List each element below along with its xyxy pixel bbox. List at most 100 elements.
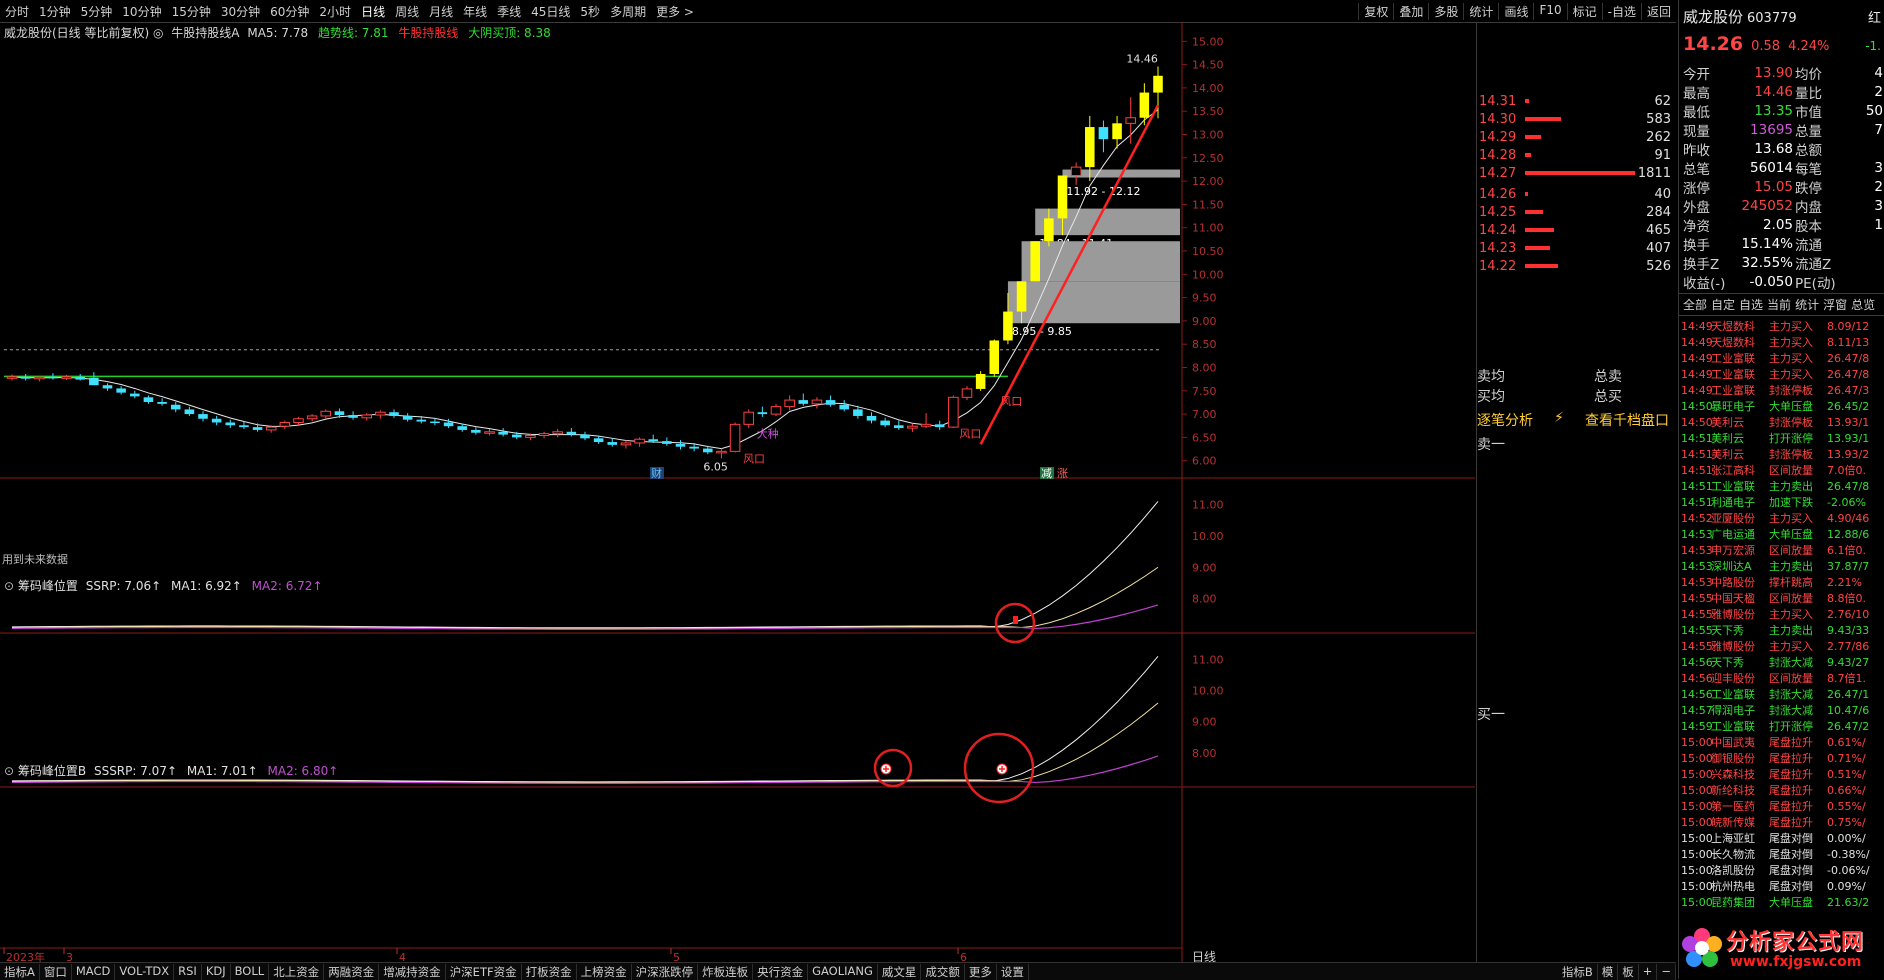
period-tab[interactable]: 多周期	[605, 3, 651, 20]
tick-row[interactable]: 14:52 亚厦股份 主力买入 4.90/46	[1681, 510, 1884, 526]
period-tab[interactable]: 10分钟	[117, 3, 166, 20]
indicator-right-button[interactable]: −	[1657, 963, 1676, 980]
period-tab[interactable]: 更多 >	[651, 3, 699, 20]
tick-tab[interactable]: 总览	[1851, 296, 1875, 313]
toolbar-button[interactable]: -自选	[1601, 2, 1641, 20]
indicator-tab[interactable]: 央行资金	[753, 963, 809, 980]
toolbar-button[interactable]: 统计	[1463, 2, 1498, 20]
period-tab[interactable]: 15分钟	[167, 3, 216, 20]
tick-row[interactable]: 14:49 天煜数科 主力买入 8.09/12	[1681, 318, 1884, 334]
ask-row[interactable]: 14.28 91	[1477, 146, 1677, 164]
tick-tab[interactable]: 自定	[1711, 296, 1735, 313]
sub2-name[interactable]: 筹码峰位置B	[18, 764, 86, 778]
tick-row[interactable]: 14:55 雅博股份 主力买入 2.76/10	[1681, 606, 1884, 622]
indicator-tab[interactable]: 沪深涨跌停	[632, 963, 699, 980]
tick-row[interactable]: 14:53 中路股份 撑杆跳高 2.21%	[1681, 574, 1884, 590]
toolbar-button[interactable]: 画线	[1498, 2, 1533, 20]
indicator-tab[interactable]: 打板资金	[522, 963, 577, 980]
indicator-tab[interactable]: 成交额	[921, 963, 965, 980]
tick-row[interactable]: 15:00 洛凯股份 尾盘对倒 -0.06%/	[1681, 862, 1884, 878]
tick-row[interactable]: 14:49 工业富联 封涨停板 26.47/3	[1681, 382, 1884, 398]
toolbar-button[interactable]: F10	[1533, 2, 1566, 20]
tick-row[interactable]: 14:49 天煜数科 主力买入 8.11/13	[1681, 334, 1884, 350]
period-tab[interactable]: 年线	[458, 3, 492, 20]
thousand-level-link[interactable]: 查看千档盘口	[1585, 410, 1669, 430]
indicator-tab[interactable]: 威文星	[878, 963, 922, 980]
tick-tab[interactable]: 自选	[1739, 296, 1763, 313]
tick-row[interactable]: 15:00 杭州热电 尾盘对倒 0.09%/	[1681, 878, 1884, 894]
time-mode-label[interactable]: 日线	[1192, 950, 1216, 962]
period-tab[interactable]: 季线	[492, 3, 526, 20]
bid-row[interactable]: 14.25 284	[1477, 203, 1677, 221]
indicator-tab[interactable]: 炸板连板	[698, 963, 754, 980]
period-tab[interactable]: 30分钟	[216, 3, 265, 20]
tick-row[interactable]: 15:00 中国武夷 尾盘拉升 0.61%/	[1681, 734, 1884, 750]
tick-row[interactable]: 14:51 张江高科 区间放量 7.0倍0.	[1681, 462, 1884, 478]
tick-row[interactable]: 15:00 上海亚虹 尾盘对倒 0.00%/	[1681, 830, 1884, 846]
tick-row[interactable]: 14:50 暴旺电子 大单压盘 26.45/2	[1681, 398, 1884, 414]
period-tab[interactable]: 5秒	[575, 3, 605, 20]
indicator-tab[interactable]: 沪深ETF资金	[446, 963, 522, 980]
tick-row[interactable]: 15:00 长久物流 尾盘对倒 -0.38%/	[1681, 846, 1884, 862]
indicator-tab[interactable]: 两融资金	[324, 963, 380, 980]
period-tab[interactable]: 5分钟	[76, 3, 118, 20]
tick-row[interactable]: 14:49 工业富联 主力买入 26.47/8	[1681, 366, 1884, 382]
period-tab[interactable]: 1分钟	[34, 3, 76, 20]
indicator-right-button[interactable]: 模	[1598, 963, 1619, 980]
indicator-tab[interactable]: 上榜资金	[577, 963, 632, 980]
tick-row[interactable]: 15:00 皖新传媒 尾盘拉升 0.75%/	[1681, 814, 1884, 830]
collapse-icon[interactable]: ⊙	[4, 579, 14, 593]
toolbar-button[interactable]: 复权	[1358, 2, 1393, 20]
ask-row[interactable]: 14.27 1811	[1477, 164, 1677, 182]
tick-row[interactable]: 14:51 工业富联 主力卖出 26.47/8	[1681, 478, 1884, 494]
bid-row[interactable]: 14.26 40	[1477, 185, 1677, 203]
indicator-right-button[interactable]: 板	[1618, 963, 1639, 980]
indicator-tab[interactable]: 更多	[965, 963, 997, 980]
toolbar-button[interactable]: 多股	[1428, 2, 1463, 20]
tick-row[interactable]: 14:56 迎丰股份 区间放量 8.7倍1.	[1681, 670, 1884, 686]
tick-row[interactable]: 15:00 兴森科技 尾盘拉升 0.51%/	[1681, 766, 1884, 782]
toolbar-button[interactable]: 标记	[1566, 2, 1602, 20]
indicator-tab[interactable]: 指标A	[0, 963, 40, 980]
indicator-tab[interactable]: 增减持资金	[379, 963, 446, 980]
period-tab[interactable]: 分时	[0, 3, 34, 20]
indicator-right-button[interactable]: 指标B	[1558, 963, 1598, 980]
tick-tab[interactable]: 浮窗	[1823, 296, 1847, 313]
indicator-tab[interactable]: VOL-TDX	[115, 963, 175, 980]
tick-row[interactable]: 14:51 美利云 封涨停板 13.93/2	[1681, 446, 1884, 462]
tick-row[interactable]: 15:00 第一医药 尾盘拉升 0.55%/	[1681, 798, 1884, 814]
indicator-tab[interactable]: BOLL	[231, 963, 270, 980]
tick-row[interactable]: 14:53 申万宏源 区间放量 6.1倍0.	[1681, 542, 1884, 558]
indicator-tab[interactable]: 设置	[997, 963, 1029, 980]
tick-tab[interactable]: 当前	[1767, 296, 1791, 313]
period-tab[interactable]: 45日线	[526, 3, 575, 20]
period-tab[interactable]: 60分钟	[265, 3, 314, 20]
tick-row[interactable]: 14:55 天下秀 主力卖出 9.43/33	[1681, 622, 1884, 638]
collapse-icon[interactable]: ⊙	[4, 764, 14, 778]
indicator-tab[interactable]: RSI	[174, 963, 202, 980]
indicator-tab[interactable]: GAOLIANG	[808, 963, 878, 980]
period-tab[interactable]: 2小时	[314, 3, 356, 20]
period-tab[interactable]: 日线	[356, 3, 390, 20]
ask-row[interactable]: 14.31 62	[1477, 92, 1677, 110]
tick-row[interactable]: 15:00 新纶科技 尾盘拉升 0.66%/	[1681, 782, 1884, 798]
tick-row[interactable]: 14:53 深圳达A 主力卖出 37.87/7	[1681, 558, 1884, 574]
tick-tab[interactable]: 全部	[1683, 296, 1707, 313]
kline-chart-area[interactable]: 15.00 14.50 14.00 13.50 13.00 12.50 12.00 11.50…	[0, 22, 1475, 967]
tick-row[interactable]: 14:57 得润电子 封涨大减 10.47/6	[1681, 702, 1884, 718]
bid-row[interactable]: 14.22 526	[1477, 257, 1677, 275]
indicator-right-button[interactable]: +	[1639, 963, 1658, 980]
tick-row[interactable]: 14:56 天下秀 封涨大减 9.43/27	[1681, 654, 1884, 670]
toolbar-button[interactable]: 叠加	[1393, 2, 1428, 20]
ask-row[interactable]: 14.30 583	[1477, 110, 1677, 128]
ask-row[interactable]: 14.29 262	[1477, 128, 1677, 146]
sub1-name[interactable]: 筹码峰位置	[18, 579, 78, 593]
indicator-name[interactable]: 牛股持股线A	[171, 26, 239, 40]
tick-tab[interactable]: 统计	[1795, 296, 1819, 313]
period-tab[interactable]: 周线	[390, 3, 424, 20]
toolbar-button[interactable]: 返回	[1640, 2, 1676, 20]
tick-row[interactable]: 15:00 御银股份 尾盘拉升 0.71%/	[1681, 750, 1884, 766]
tick-analysis-link[interactable]: 逐笔分析	[1477, 410, 1533, 430]
tick-row[interactable]: 14:50 美利云 封涨停板 13.93/1	[1681, 414, 1884, 430]
tick-row[interactable]: 14:51 美利云 打开涨停 13.93/1	[1681, 430, 1884, 446]
